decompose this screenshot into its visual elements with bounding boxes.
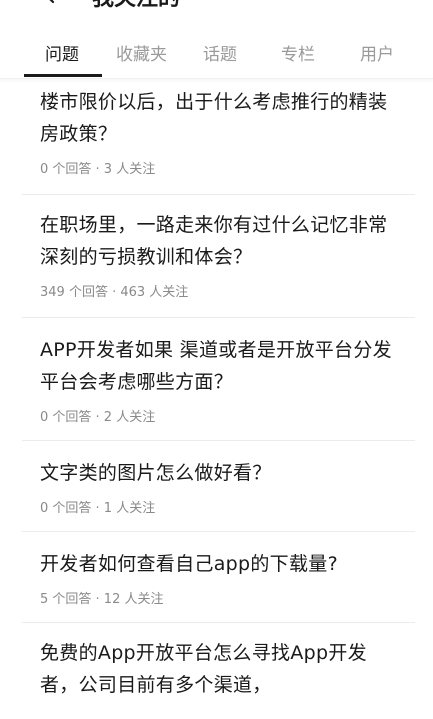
screen: 我关注的 问题 收藏夹 话题 专栏 用户 楼市限价以后，出于什么考虑推行的精装房… xyxy=(0,0,433,719)
question-item-1[interactable]: 楼市限价以后，出于什么考虑推行的精装房政策？ 0 个回答 · 3 人关注 xyxy=(0,78,433,194)
tab-bar: 问题 收藏夹 话题 专栏 用户 xyxy=(0,30,433,79)
tab-users[interactable]: 用户 xyxy=(360,40,394,65)
question-meta: 0 个回答 · 2 人关注 xyxy=(40,410,156,425)
question-title: 楼市限价以后，出于什么考虑推行的精装房政策？ xyxy=(40,91,388,145)
question-item-6[interactable]: 免费的App开放平台怎么寻找App开发者，公司目前有多个渠道， xyxy=(0,623,433,719)
question-meta: 349 个回答 · 463 人关注 xyxy=(40,285,189,300)
question-item-4[interactable]: 文字类的图片怎么做好看？ 0 个回答 · 1 人关注 xyxy=(0,441,433,531)
question-item-3[interactable]: APP开发者如果 渠道或者是开放平台分发平台会考虑哪些方面？ 0 个回答 · 2… xyxy=(0,318,433,440)
tab-favorites[interactable]: 收藏夹 xyxy=(116,40,167,65)
question-meta: 0 个回答 · 3 人关注 xyxy=(40,162,156,177)
active-tab-indicator xyxy=(24,74,102,77)
question-meta: 5 个回答 · 12 人关注 xyxy=(40,592,164,607)
question-title: 免费的App开放平台怎么寻找App开发者，公司目前有多个渠道， xyxy=(40,642,367,696)
question-meta: 0 个回答 · 1 人关注 xyxy=(40,501,156,516)
question-item-2[interactable]: 在职场里，一路走来你有过什么记忆非常深刻的亏损教训和体会？ 349 个回答 · … xyxy=(0,195,433,317)
header-bar: 我关注的 xyxy=(0,0,433,12)
question-title: 在职场里，一路走来你有过什么记忆非常深刻的亏损教训和体会？ xyxy=(40,214,388,268)
question-title: 开发者如何查看自己app的下载量? xyxy=(40,553,338,575)
question-title: APP开发者如果 渠道或者是开放平台分发平台会考虑哪些方面？ xyxy=(40,339,392,393)
question-item-5[interactable]: 开发者如何查看自己app的下载量? 5 个回答 · 12 人关注 xyxy=(0,532,433,622)
tab-topics[interactable]: 话题 xyxy=(203,40,237,65)
question-title: 文字类的图片怎么做好看？ xyxy=(40,462,272,484)
page-title: 我关注的 xyxy=(92,0,180,12)
tab-columns[interactable]: 专栏 xyxy=(281,40,315,65)
chevron-left-icon[interactable] xyxy=(38,0,62,6)
tab-questions[interactable]: 问题 xyxy=(45,40,79,65)
